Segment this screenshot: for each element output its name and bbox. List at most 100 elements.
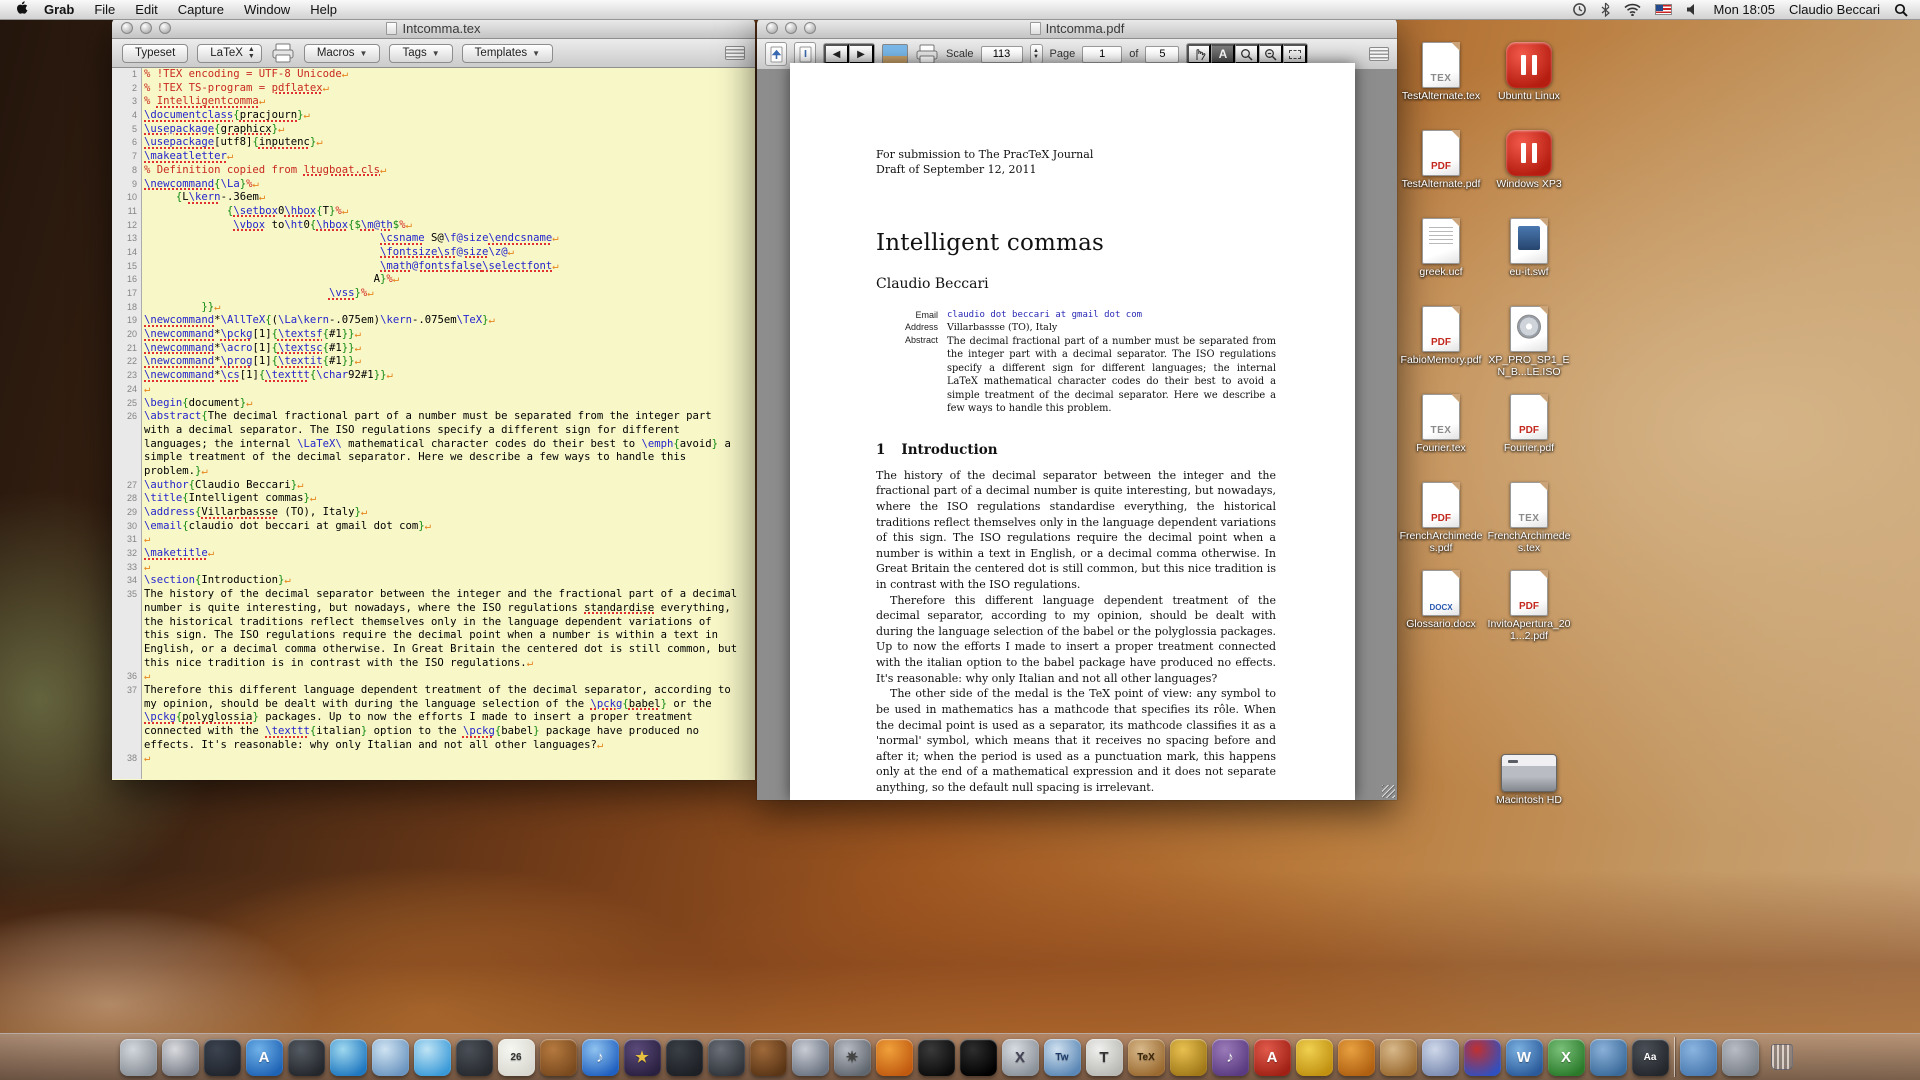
dock-icon-glyph: X xyxy=(1015,1049,1025,1066)
apple-menu-icon[interactable] xyxy=(10,1,32,18)
menu-item-window[interactable]: Window xyxy=(234,1,300,18)
desktop-icon-testalternate-pdf[interactable]: PDFTestAlternate.pdf xyxy=(1398,126,1484,191)
menu-clock[interactable]: Mon 18:05 xyxy=(1714,2,1775,17)
resize-grip[interactable] xyxy=(1382,785,1395,798)
dock-icon-photo-booth[interactable] xyxy=(456,1039,493,1076)
desktop-icon-windows-xp3[interactable]: Windows XP3 xyxy=(1486,126,1572,191)
desktop-icon-fabiomemory-pdf[interactable]: PDFFabioMemory.pdf xyxy=(1398,302,1484,367)
desktop-icon-invitoapertura-201-2-pdf[interactable]: PDFInvitoApertura_201...2.pdf xyxy=(1486,566,1572,643)
dock-icon-ichat[interactable] xyxy=(414,1039,451,1076)
dock-icon-tex-lion[interactable] xyxy=(1380,1039,1417,1076)
previous-page-button[interactable] xyxy=(765,42,787,66)
menu-item-edit[interactable]: Edit xyxy=(125,1,167,18)
spotlight-icon[interactable] xyxy=(1894,3,1908,17)
typeset-button[interactable]: Typeset xyxy=(122,44,188,63)
dock-icon-iphoto[interactable] xyxy=(666,1039,703,1076)
code-line: 31↵ xyxy=(112,533,755,547)
source-code-editor[interactable]: 1% !TEX encoding = UTF-8 Unicode↵2% !TEX… xyxy=(112,68,755,779)
parallels-vm-icon xyxy=(1506,130,1552,176)
dock-icon-ical[interactable]: 26 xyxy=(498,1039,535,1076)
dock-icon-safari[interactable] xyxy=(330,1039,367,1076)
page-input[interactable] xyxy=(1082,46,1122,63)
wifi-icon[interactable] xyxy=(1624,3,1641,16)
editor-titlebar[interactable]: Intcomma.tex xyxy=(112,18,755,39)
dock-icon-texniccenter[interactable]: T xyxy=(1086,1039,1123,1076)
dock-icon-seal[interactable] xyxy=(1170,1039,1207,1076)
dock-icon-mail[interactable] xyxy=(372,1039,409,1076)
dock-icon-system-preferences[interactable]: ✷ xyxy=(834,1039,871,1076)
menu-item-file[interactable]: File xyxy=(84,1,125,18)
dock-icon-x11[interactable]: X xyxy=(1002,1039,1039,1076)
dock-icon-garageband[interactable] xyxy=(750,1039,787,1076)
desktop-icon-frencharchimedes-tex[interactable]: TEXFrenchArchimedes.tex xyxy=(1486,478,1572,555)
desktop-icon-eu-it-swf[interactable]: eu-it.swf xyxy=(1486,214,1572,279)
line-number: 13 xyxy=(112,232,141,246)
dock-icon-motion[interactable] xyxy=(708,1039,745,1076)
bluetooth-icon[interactable] xyxy=(1601,2,1610,17)
dock-icon-latexit[interactable] xyxy=(1422,1039,1459,1076)
scale-input[interactable] xyxy=(981,46,1023,63)
back-button[interactable]: ◀ xyxy=(824,44,849,64)
tags-popup[interactable]: Tags▼ xyxy=(389,44,452,63)
dock-icon-app-store[interactable]: A xyxy=(246,1039,283,1076)
menu-item-grab[interactable]: Grab xyxy=(34,1,84,18)
desktop-icon-xp-pro-sp1-en-b-le-iso[interactable]: XP_PRO_SP1_EN_B...LE.ISO xyxy=(1486,302,1572,379)
dock-icon-dvd-player[interactable] xyxy=(288,1039,325,1076)
dock-icon-marble[interactable] xyxy=(1296,1039,1333,1076)
dock-icon-excel[interactable]: X xyxy=(1548,1039,1585,1076)
templates-popup[interactable]: Templates▼ xyxy=(462,44,553,63)
time-machine-icon[interactable] xyxy=(1572,2,1587,17)
dock-icon-word[interactable]: W xyxy=(1506,1039,1543,1076)
dock-icon-equalizer[interactable] xyxy=(1464,1039,1501,1076)
dock-icon-musescore[interactable]: ♪ xyxy=(1212,1039,1249,1076)
menu-item-capture[interactable]: Capture xyxy=(168,1,234,18)
us-keyboard-flag-icon[interactable] xyxy=(1655,4,1672,15)
select-rectangle-tool-button[interactable] xyxy=(1283,44,1307,64)
menu-user-name[interactable]: Claudio Beccari xyxy=(1789,2,1880,17)
dock-icon-texshop[interactable]: TeX xyxy=(1128,1039,1165,1076)
dock-icon-installer[interactable] xyxy=(162,1039,199,1076)
macros-popup[interactable]: Macros▼ xyxy=(304,44,381,63)
dock-icon-downloads-folder[interactable] xyxy=(1722,1039,1759,1076)
format-popup[interactable]: LaTeX ▲▼ xyxy=(197,44,262,63)
scale-stepper[interactable]: ▲▼ xyxy=(1030,44,1043,64)
total-pages-input[interactable] xyxy=(1145,46,1179,63)
zoom-out-tool-button[interactable] xyxy=(1259,44,1283,64)
dock-icon-documents-folder[interactable] xyxy=(1680,1039,1717,1076)
dock-icon-java[interactable] xyxy=(1590,1039,1627,1076)
desktop-icon-fourier-tex[interactable]: TEXFourier.tex xyxy=(1398,390,1484,455)
dock-icon-firefox[interactable] xyxy=(876,1039,913,1076)
desktop-icon-greek-ucf[interactable]: greek.ucf xyxy=(1398,214,1484,279)
dock-icon-itunes[interactable]: ♪ xyxy=(582,1039,619,1076)
drawer-icon[interactable] xyxy=(1369,47,1389,61)
desktop-icon-macintosh-hd[interactable]: Macintosh HD xyxy=(1486,742,1572,807)
dock-icon-texworks[interactable]: Tw xyxy=(1044,1039,1081,1076)
desktop-icon-glossario-docx[interactable]: DOCXGlossario.docx xyxy=(1398,566,1484,631)
dock-icon-imovie[interactable]: ★ xyxy=(624,1039,661,1076)
desktop-icon-testalternate-tex[interactable]: TEXTestAlternate.tex xyxy=(1398,38,1484,103)
forward-button[interactable]: ▶ xyxy=(849,44,874,64)
dock-icon-address-book[interactable] xyxy=(540,1039,577,1076)
background-picture-button[interactable] xyxy=(882,44,908,64)
print-icon[interactable] xyxy=(915,44,939,64)
dock-icon-adobe-reader[interactable]: A xyxy=(1254,1039,1291,1076)
dock-icon-grab[interactable] xyxy=(120,1039,157,1076)
dock-icon-bibdesk[interactable] xyxy=(1338,1039,1375,1076)
desktop-icon-ubuntu-linux[interactable]: Ubuntu Linux xyxy=(1486,38,1572,103)
desktop-icon-frencharchimedes-pdf[interactable]: PDFFrenchArchimedes.pdf xyxy=(1398,478,1484,555)
print-icon[interactable] xyxy=(271,43,295,63)
desktop-icon-fourier-pdf[interactable]: PDFFourier.pdf xyxy=(1486,390,1572,455)
dock-icon-iterm[interactable] xyxy=(960,1039,997,1076)
volume-icon[interactable] xyxy=(1686,3,1700,16)
dock-icon-time-machine[interactable] xyxy=(792,1039,829,1076)
dock-icon-terminal[interactable] xyxy=(918,1039,955,1076)
menu-item-help[interactable]: Help xyxy=(300,1,347,18)
zoom-in-tool-button[interactable] xyxy=(1235,44,1259,64)
dock-icon-dashboard[interactable] xyxy=(204,1039,241,1076)
hand-tool-button[interactable] xyxy=(1187,44,1211,64)
dock-icon-trash[interactable] xyxy=(1764,1039,1801,1076)
pdf-titlebar[interactable]: Intcomma.pdf xyxy=(757,18,1397,39)
console-icon[interactable] xyxy=(725,46,745,60)
dock-icon-dictionary[interactable]: Aa xyxy=(1632,1039,1669,1076)
text-select-tool-button[interactable]: A xyxy=(1211,44,1235,64)
